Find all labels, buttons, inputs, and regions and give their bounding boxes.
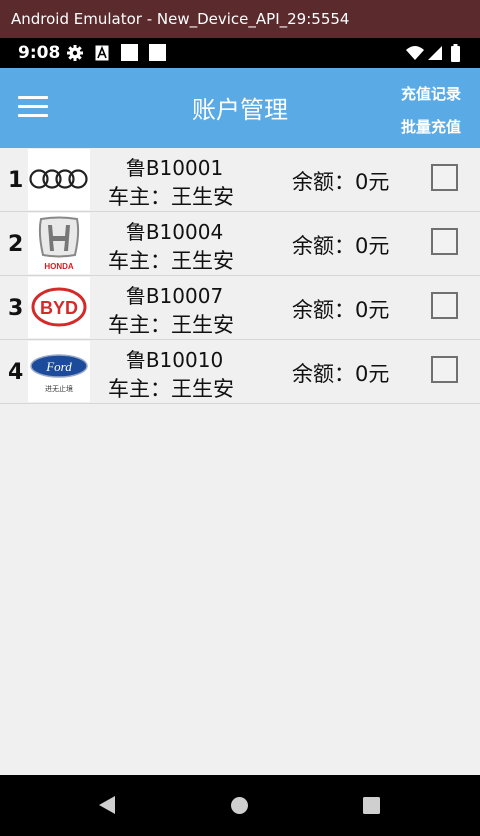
notification-square-icon xyxy=(149,44,166,61)
window-title-bar: Android Emulator - New_Device_API_29:555… xyxy=(0,0,480,38)
select-checkbox[interactable] xyxy=(431,164,458,191)
balance-label: 余额：0元 xyxy=(292,298,390,322)
license-plate: 鲁B10007 xyxy=(125,284,224,308)
recents-icon[interactable] xyxy=(362,796,381,815)
brand-text: Ford xyxy=(45,359,72,374)
batch-recharge-button[interactable]: 批量充值 xyxy=(401,116,461,137)
row-index: 4 xyxy=(8,360,24,385)
owner-label: 车主：王生安 xyxy=(108,377,234,401)
recharge-records-button[interactable]: 充值记录 xyxy=(401,83,461,104)
status-bar: 9:08 xyxy=(0,38,480,68)
owner-label: 车主：王生安 xyxy=(108,185,234,209)
license-plate: 鲁B10004 xyxy=(125,220,224,244)
brand-text: BYD xyxy=(40,298,78,318)
window-title: Android Emulator - New_Device_API_29:555… xyxy=(11,10,350,28)
navigation-bar xyxy=(0,775,480,836)
text-a-icon xyxy=(95,45,109,61)
back-icon[interactable] xyxy=(97,795,117,815)
brand-subtext: 进无止境 xyxy=(45,384,73,393)
signal-icon xyxy=(428,46,442,60)
byd-logo: BYD xyxy=(28,277,90,338)
owner-label: 车主：王生安 xyxy=(108,313,234,337)
row-index: 2 xyxy=(8,232,24,257)
license-plate: 鲁B10010 xyxy=(125,348,224,372)
owner-label: 车主：王生安 xyxy=(108,249,234,273)
account-row[interactable]: 4 Ford 进无止境 鲁B10010 车主：王生安 余额：0元 xyxy=(0,340,480,404)
balance-label: 余额：0元 xyxy=(292,234,390,258)
balance-label: 余额：0元 xyxy=(292,362,390,386)
select-checkbox[interactable] xyxy=(431,228,458,255)
account-row[interactable]: 2 HONDA 鲁B10004 车主：王生安 余额：0元 xyxy=(0,212,480,276)
row-index: 1 xyxy=(8,168,24,193)
brand-text: HONDA xyxy=(44,262,74,271)
honda-logo: HONDA xyxy=(28,213,90,274)
account-list: 1 鲁B10001 车主：王生安 余额：0元 2 HONDA 鲁B10004 车… xyxy=(0,148,480,404)
license-plate: 鲁B10001 xyxy=(125,156,224,180)
audi-logo xyxy=(28,149,90,210)
account-row[interactable]: 1 鲁B10001 车主：王生安 余额：0元 xyxy=(0,148,480,212)
select-checkbox[interactable] xyxy=(431,292,458,319)
battery-icon xyxy=(451,44,460,62)
home-icon[interactable] xyxy=(230,796,249,815)
app-bar: 账户管理 充值记录 批量充值 xyxy=(0,68,480,148)
status-time: 9:08 xyxy=(18,43,61,63)
select-checkbox[interactable] xyxy=(431,356,458,383)
ford-logo: Ford 进无止境 xyxy=(28,341,90,402)
balance-label: 余额：0元 xyxy=(292,170,390,194)
settings-icon xyxy=(67,45,83,61)
account-row[interactable]: 3 BYD 鲁B10007 车主：王生安 余额：0元 xyxy=(0,276,480,340)
row-index: 3 xyxy=(8,296,24,321)
notification-square-icon xyxy=(121,44,138,61)
wifi-icon xyxy=(406,46,424,60)
